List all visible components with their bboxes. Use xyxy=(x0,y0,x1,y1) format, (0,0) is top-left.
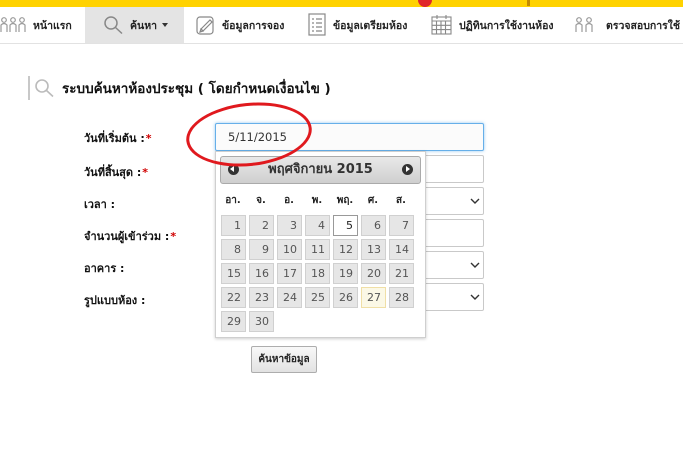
calendar-day[interactable]: 8 xyxy=(221,239,246,260)
calendar-day[interactable]: 12 xyxy=(333,239,358,260)
weekday-header: พฤ. xyxy=(336,195,354,206)
calendar-day[interactable]: 4 xyxy=(305,215,330,236)
banner-logo xyxy=(418,0,432,7)
chevron-down-icon xyxy=(467,284,483,310)
calendar-day[interactable]: 1 xyxy=(221,215,246,236)
nav-item-room-prep[interactable]: ข้อมูลเตรียมห้อง xyxy=(306,7,424,43)
time-label: เวลา : xyxy=(84,198,116,211)
nav-item-usage-check-label: ตรวจสอบการใช้ xyxy=(606,19,681,32)
start-date-label: วันที่เริ่มต้น :* xyxy=(84,132,152,145)
calendar-day[interactable]: 18 xyxy=(305,263,330,284)
calendar-day[interactable]: 14 xyxy=(389,239,414,260)
weekday-header: ศ. xyxy=(367,195,379,206)
calendar-day[interactable]: 28 xyxy=(389,287,414,308)
calendar-day[interactable]: 17 xyxy=(277,263,302,284)
calendar-day[interactable]: 19 xyxy=(333,263,358,284)
page-title-text: ระบบค้นหาห้องประชุม ( โดยกำหนดเงื่อนไข ) xyxy=(62,81,331,97)
nav-item-usage-check[interactable]: ตรวจสอบการใช้ xyxy=(573,7,683,43)
calendar-day[interactable]: 29 xyxy=(221,311,246,332)
page-title: ระบบค้นหาห้องประชุม ( โดยกำหนดเงื่อนไข ) xyxy=(28,76,331,100)
nav-item-bookings-label: ข้อมูลการจอง xyxy=(222,19,285,32)
nav-item-home[interactable]: หน้าแรก xyxy=(0,7,80,43)
list-icon xyxy=(308,13,326,36)
edit-icon xyxy=(196,16,214,35)
calendar-day[interactable]: 11 xyxy=(305,239,330,260)
calendar-day[interactable]: 3 xyxy=(277,215,302,236)
building-label: อาคาร : xyxy=(84,262,125,275)
end-date-label: วันที่สิ้นสุด :* xyxy=(84,166,149,179)
calendar-day[interactable]: 6 xyxy=(361,215,386,236)
calendar-icon xyxy=(431,15,452,35)
calendar-day[interactable]: 26 xyxy=(333,287,358,308)
weekday-header: ส. xyxy=(396,195,406,206)
room-type-label: รูปแบบห้อง : xyxy=(84,294,146,307)
nav-item-home-label: หน้าแรก xyxy=(33,19,72,32)
search-button[interactable]: ค้นหาข้อมูล xyxy=(251,346,317,373)
nav-item-search-label: ค้นหา xyxy=(130,19,158,32)
calendar-day[interactable]: 24 xyxy=(277,287,302,308)
calendar-day[interactable]: 9 xyxy=(249,239,274,260)
calendar-day[interactable]: 5 xyxy=(333,215,358,236)
top-banner-strip xyxy=(0,0,683,7)
calendar-day[interactable]: 22 xyxy=(221,287,246,308)
calendar-day[interactable]: 25 xyxy=(305,287,330,308)
calendar-day[interactable]: 13 xyxy=(361,239,386,260)
chevron-down-icon xyxy=(467,252,483,278)
calendar-day[interactable]: 2 xyxy=(249,215,274,236)
calendar-day[interactable]: 27 xyxy=(361,287,386,308)
people-icon xyxy=(575,17,593,32)
calendar-day[interactable]: 30 xyxy=(249,311,274,332)
search-icon xyxy=(104,16,123,35)
main-nav: หน้าแรก ค้นหา ข้อมูลการจอง ข้อมูลเตรียมห… xyxy=(0,7,683,44)
weekday-header: พ. xyxy=(311,195,323,206)
chevron-down-icon xyxy=(467,188,483,214)
attendees-label: จำนวนผู้เข้าร่วม :* xyxy=(84,230,177,243)
weekday-header: อ. xyxy=(284,195,294,206)
calendar-day[interactable]: 21 xyxy=(389,263,414,284)
weekday-header: อา. xyxy=(225,195,241,206)
search-icon xyxy=(35,79,54,98)
datepicker-popup: พฤศจิกายน 2015 อา. จ. อ. พ. พฤ. ศ. ส. 1 2 3 4 5 6 7 8 9… xyxy=(215,151,426,338)
next-month-icon[interactable] xyxy=(402,164,413,175)
nav-item-room-calendar-label: ปฏิทินการใช้งานห้อง xyxy=(459,19,554,32)
nav-item-room-prep-label: ข้อมูลเตรียมห้อง xyxy=(333,19,408,32)
calendar-day[interactable]: 15 xyxy=(221,263,246,284)
calendar-day[interactable]: 20 xyxy=(361,263,386,284)
calendar-day[interactable]: 16 xyxy=(249,263,274,284)
nav-item-search[interactable]: ค้นหา xyxy=(85,7,184,43)
nav-item-bookings[interactable]: ข้อมูลการจอง xyxy=(195,7,299,43)
home-icon xyxy=(0,17,26,32)
calendar-day[interactable]: 10 xyxy=(277,239,302,260)
title-accent-bar xyxy=(28,76,30,100)
chevron-down-icon xyxy=(162,23,169,27)
calendar-day[interactable]: 7 xyxy=(389,215,414,236)
calendar-day[interactable]: 23 xyxy=(249,287,274,308)
weekday-header: จ. xyxy=(256,195,266,206)
banner-mark xyxy=(527,0,530,6)
nav-item-room-calendar[interactable]: ปฏิทินการใช้งานห้อง xyxy=(430,7,556,43)
